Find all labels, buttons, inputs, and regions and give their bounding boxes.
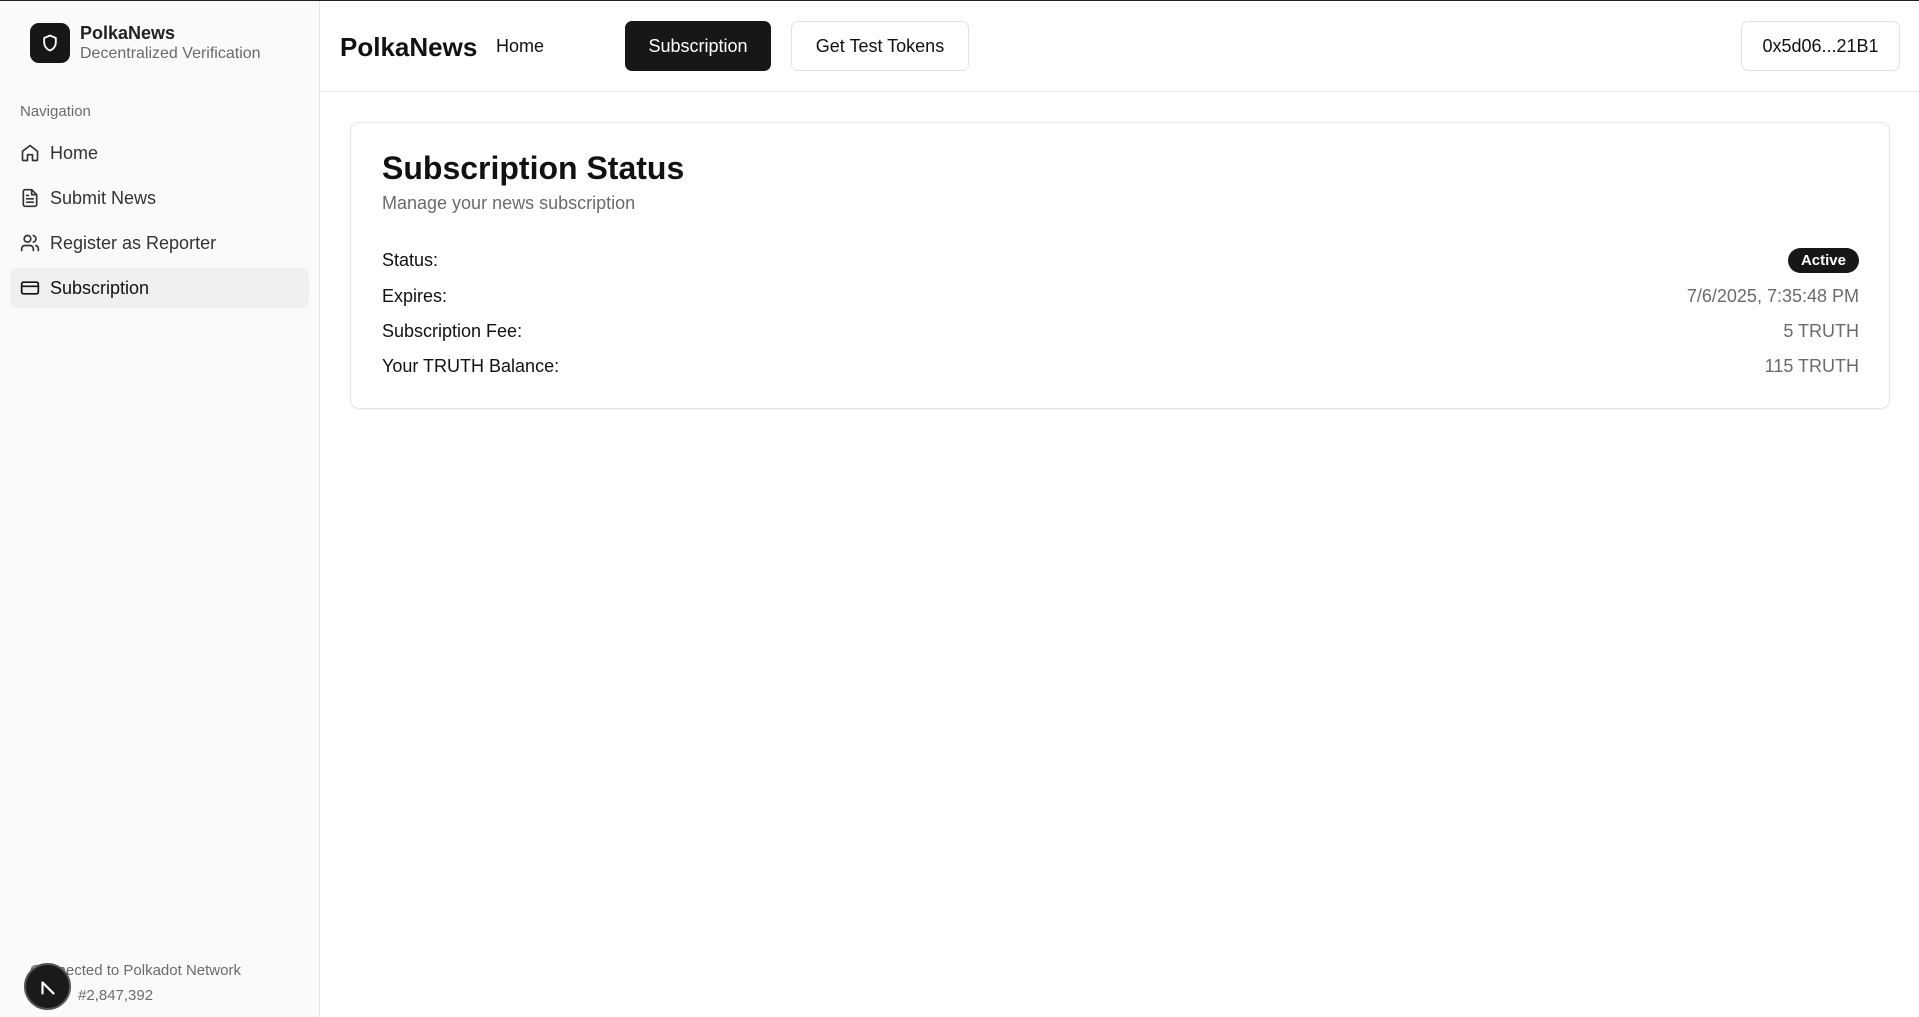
balance-row: Your TRUTH Balance: 115 TRUTH (382, 352, 1859, 380)
expires-row: Expires: 7/6/2025, 7:35:48 PM (382, 282, 1859, 310)
row-label: Expires: (382, 285, 448, 306)
status-badge: Active (1787, 247, 1859, 273)
brand-name: PolkaNews (80, 23, 176, 43)
sidebar-item-label: Home (50, 142, 99, 163)
sidebar-item-submit-news[interactable]: Submit News (10, 178, 309, 218)
sidebar-item-subscription[interactable]: Subscription (10, 268, 309, 308)
nav-subscription-button[interactable]: Subscription (625, 21, 771, 71)
top-bar: PolkaNews Home Subscription Get Test Tok… (320, 1, 1919, 92)
get-test-tokens-button[interactable]: Get Test Tokens (791, 21, 969, 71)
app-title: PolkaNews (340, 32, 478, 62)
home-icon (21, 144, 39, 162)
row-label: Subscription Fee: (382, 320, 523, 341)
sidebar-item-register-reporter[interactable]: Register as Reporter (10, 223, 309, 263)
wallet-address-button[interactable]: 0x5d06...21B1 (1741, 21, 1900, 71)
n-logo-icon (40, 980, 55, 995)
row-label: Status: (382, 249, 439, 270)
subscription-status-card: Subscription Status Manage your news sub… (350, 122, 1890, 409)
row-label: Your TRUTH Balance: (382, 355, 560, 376)
nav-home-button[interactable]: Home (470, 21, 570, 71)
dev-tools-button[interactable] (24, 963, 71, 1010)
file-text-icon (22, 188, 38, 208)
credit-card-icon (20, 281, 40, 295)
nav-heading: Navigation (20, 103, 91, 120)
users-icon (20, 234, 40, 252)
shield-icon (30, 23, 70, 63)
sidebar-nav: Home Submit News Register as Reporter Su… (10, 133, 309, 313)
status-row: Status: Active (382, 246, 1859, 274)
row-value: 115 TRUTH (1764, 355, 1859, 376)
sidebar: PolkaNews Decentralized Verification Nav… (0, 1, 320, 1017)
brand[interactable]: PolkaNews Decentralized Verification (30, 22, 261, 64)
sidebar-item-label: Subscription (50, 277, 150, 298)
sidebar-item-home[interactable]: Home (10, 133, 309, 173)
brand-subtitle: Decentralized Verification (80, 45, 261, 62)
block-number: #2,847,392 (78, 987, 154, 1004)
card-description: Manage your news subscription (382, 193, 636, 213)
row-value: 5 TRUTH (1783, 320, 1859, 341)
card-title: Subscription Status (382, 150, 685, 186)
fee-row: Subscription Fee: 5 TRUTH (382, 317, 1859, 345)
sidebar-item-label: Submit News (50, 187, 157, 208)
sidebar-item-label: Register as Reporter (50, 232, 217, 253)
row-value: 7/6/2025, 7:35:48 PM (1686, 285, 1859, 306)
